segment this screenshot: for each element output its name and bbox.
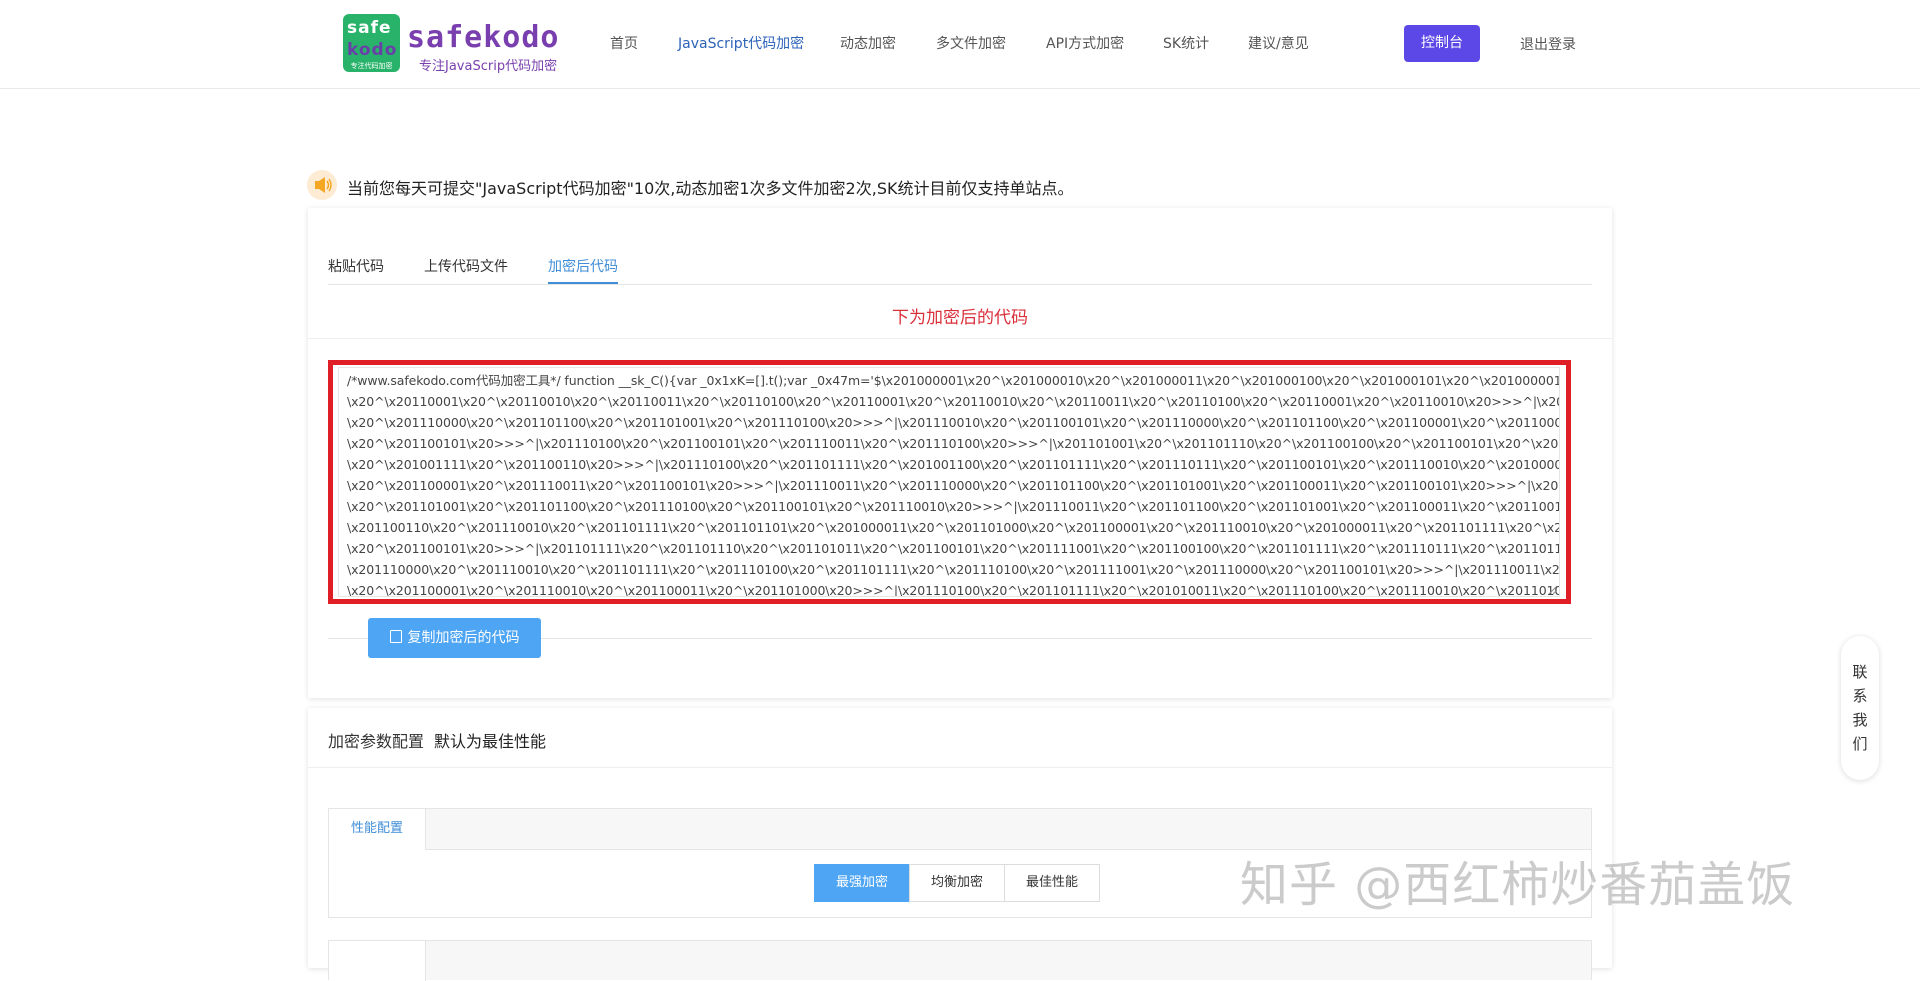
result-title: 下为加密后的代码: [892, 308, 1028, 328]
active-tab-indicator: [548, 282, 618, 284]
copy-icon: [389, 630, 402, 643]
encrypt-card: 粘贴代码 上传代码文件 加密后代码 下为加密后的代码 /*www.safekod…: [308, 208, 1612, 698]
logo-badge-line1: safe: [347, 18, 392, 38]
next-config-panel: [328, 940, 1592, 981]
speaker-icon: [307, 170, 337, 200]
speaker-icon-graphic: [315, 177, 332, 193]
tab-paste-code[interactable]: 粘贴代码: [328, 256, 384, 276]
copy-encrypted-code-button[interactable]: 复制加密后的代码: [368, 618, 541, 658]
tab-divider: [328, 284, 1592, 285]
config-divider: [308, 767, 1612, 768]
nav-api-encrypt[interactable]: API方式加密: [1046, 33, 1124, 53]
site-logo[interactable]: safe kodo 专注代码加密 safekodo 专注JavaScrip代码加…: [343, 14, 565, 74]
encrypted-code-text: /*www.safekodo.com代码加密工具*/ function __sk…: [347, 373, 1560, 597]
zhihu-watermark: 知乎 @西红柿炒番茄盖饭: [1240, 857, 1796, 913]
console-button[interactable]: 控制台: [1404, 25, 1480, 62]
brand-tagline: 专注JavaScrip代码加密: [419, 59, 558, 74]
config-header: 加密参数配置 默认为最佳性能: [328, 728, 546, 752]
nav-js-encrypt[interactable]: JavaScript代码加密: [678, 33, 804, 53]
logout-link[interactable]: 退出登录: [1520, 34, 1576, 54]
contact-char: 联: [1852, 663, 1868, 681]
nav-dynamic-encrypt[interactable]: 动态加密: [840, 33, 896, 53]
logo-badge-line2: kodo: [347, 40, 398, 60]
panel-tab-bar: [329, 809, 1591, 850]
nav-multi-file-encrypt[interactable]: 多文件加密: [936, 33, 1006, 53]
config-card: 加密参数配置 默认为最佳性能 性能配置 最强加密 均衡加密 最佳性能: [308, 708, 1612, 981]
tab-performance-config[interactable]: 性能配置: [329, 809, 426, 850]
logo-badge-caption: 专注代码加密: [350, 62, 393, 70]
option-strongest-encryption[interactable]: 最强加密: [814, 864, 910, 902]
quota-notice: 当前您每天可提交"JavaScript代码加密"10次,动态加密1次多文件加密2…: [347, 179, 1074, 198]
contact-label: 联 系 我 们: [1841, 660, 1879, 756]
contact-us-float[interactable]: 联 系 我 们: [1841, 636, 1879, 780]
nav-feedback[interactable]: 建议/意见: [1248, 33, 1309, 53]
nav-sk-stats[interactable]: SK统计: [1163, 33, 1209, 53]
section-divider: [308, 338, 1612, 339]
encryption-mode-group: 最强加密 均衡加密 最佳性能: [814, 864, 1100, 902]
contact-char: 我: [1852, 711, 1868, 729]
tab-encrypted-code[interactable]: 加密后代码: [548, 256, 618, 276]
logo-badge: safe kodo 专注代码加密: [343, 14, 400, 72]
contact-char: 系: [1852, 687, 1868, 705]
copy-button-label: 复制加密后的代码: [407, 630, 520, 646]
contact-char: 们: [1852, 735, 1868, 753]
config-subtitle: 默认为最佳性能: [434, 732, 547, 751]
option-balanced-encryption[interactable]: 均衡加密: [909, 864, 1005, 902]
brand-name: safekodo: [407, 20, 560, 55]
next-panel-tab[interactable]: [329, 941, 426, 981]
nav-home[interactable]: 首页: [610, 33, 638, 53]
config-title: 加密参数配置: [328, 732, 425, 751]
resize-grip-icon[interactable]: [1547, 584, 1557, 594]
tab-upload-file[interactable]: 上传代码文件: [424, 256, 508, 276]
top-header: safe kodo 专注代码加密 safekodo 专注JavaScrip代码加…: [0, 0, 1920, 89]
encrypted-code-textarea[interactable]: /*www.safekodo.com代码加密工具*/ function __sk…: [338, 367, 1560, 597]
code-highlight-frame: /*www.safekodo.com代码加密工具*/ function __sk…: [328, 360, 1571, 604]
option-best-performance[interactable]: 最佳性能: [1004, 864, 1100, 902]
